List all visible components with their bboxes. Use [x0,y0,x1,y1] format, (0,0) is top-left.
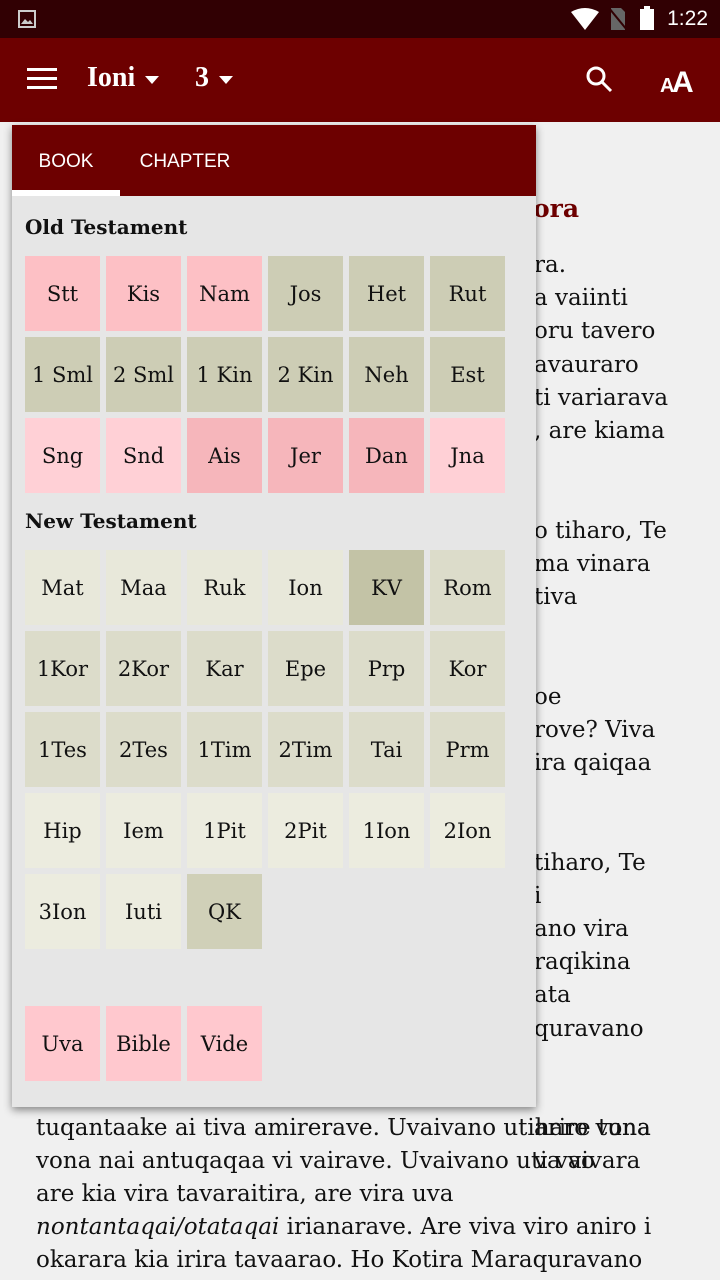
book-tile-1tes[interactable]: 1Tes [25,712,100,787]
verse-line: quravano [534,1015,644,1042]
book-tile-iuti[interactable]: Iuti [106,874,181,949]
book-tile-kar[interactable]: Kar [187,631,262,706]
book-tile-prm[interactable]: Prm [430,712,505,787]
book-tile-2kin[interactable]: 2 Kin [268,337,343,412]
book-tile-mat[interactable]: Mat [25,550,100,625]
book-tile-1kin[interactable]: 1 Kin [187,337,262,412]
verse-line: a vaiinti [534,285,628,312]
italic-term: nontantaqai/otataqai [36,1214,280,1240]
tab-book[interactable]: BOOK [12,125,120,196]
book-tile-2ion[interactable]: 2Ion [430,793,505,868]
book-tile-prp[interactable]: Prp [349,631,424,706]
book-tile-bible[interactable]: Bible [106,1006,181,1081]
verse-line: okarara kia irira tavaarao. Ho Kotira Ma… [36,1247,643,1273]
app-bar: Ioni 3 AA [0,38,720,122]
chapter-selector[interactable]: 3 [195,62,233,94]
verse-line: o tiharo, Te [534,517,667,544]
book-name: Ioni [87,62,136,93]
book-tile-3ion[interactable]: 3Ion [25,874,100,949]
book-tile-qk[interactable]: QK [187,874,262,949]
book-tile-2pit[interactable]: 2Pit [268,793,343,868]
book-tile-1tim[interactable]: 1Tim [187,712,262,787]
verse-line: ata [534,982,571,1009]
book-tile-kv[interactable]: KV [349,550,424,625]
tab-chapter[interactable]: CHAPTER [120,125,250,196]
verse-line: ma vinara [534,550,651,577]
book-tile-hip[interactable]: Hip [25,793,100,868]
book-tile-epe[interactable]: Epe [268,631,343,706]
verse-line: oe [534,683,562,710]
book-tile-jna[interactable]: Jna [430,418,505,493]
verse-line: ti variarava [534,384,669,411]
verse-line: oru tavero [534,318,656,345]
verse-text: irianarave. Are viva viro aniro i [279,1214,652,1240]
book-tile-rut[interactable]: Rut [430,256,505,331]
book-tile-1pit[interactable]: 1Pit [187,793,262,868]
verse-line: tiva [534,584,578,610]
book-tile-1sml[interactable]: 1 Sml [25,337,100,412]
verse-line: rove? Viva [534,716,656,743]
verse-line: nontantaqai/otataqai irianarave. Are viv… [36,1211,651,1244]
verse-line: are kia vira tavaraitira, are vira uva [36,1181,454,1207]
chapter-number: 3 [195,62,209,93]
book-tile-het[interactable]: Het [349,256,424,331]
book-tile-kis[interactable]: Kis [106,256,181,331]
book-tile-rom[interactable]: Rom [430,550,505,625]
book-tile-maa[interactable]: Maa [106,550,181,625]
status-bar: 1:22 [0,0,720,38]
verse-line: ira qaiqaa [534,750,652,776]
book-tile-dan[interactable]: Dan [349,418,424,493]
section-heading: ora [533,194,580,223]
book-tile-est[interactable]: Est [430,337,505,412]
book-tile-ruk[interactable]: Ruk [187,550,262,625]
book-tile-uva[interactable]: Uva [25,1006,100,1081]
verse-line: ano vira [534,916,629,942]
no-sim-icon [609,8,627,30]
verse-line: tiharo, Te [534,849,646,876]
book-tile-neh[interactable]: Neh [349,337,424,412]
book-tile-sng[interactable]: Sng [25,418,100,493]
menu-icon[interactable] [27,68,57,90]
book-tile-nam[interactable]: Nam [187,256,262,331]
verse-line: , are kiama [534,418,665,444]
book-tile-jos[interactable]: Jos [268,256,343,331]
book-tile-2tes[interactable]: 2Tes [106,712,181,787]
new-testament-label: New Testament [25,509,197,533]
book-tile-2tim[interactable]: 2Tim [268,712,343,787]
book-tile-1ion[interactable]: 1Ion [349,793,424,868]
verse-line: vona nai antuqaqaa vi vairave. Uvaivano … [36,1148,641,1174]
book-tile-jer[interactable]: Jer [268,418,343,493]
verse-line: avauraro [534,351,639,378]
book-tile-ion[interactable]: Ion [268,550,343,625]
book-tile-2sml[interactable]: 2 Sml [106,337,181,412]
book-tile-iem[interactable]: Iem [106,793,181,868]
book-tile-vide[interactable]: Vide [187,1006,262,1081]
chooser-tabs: BOOK CHAPTER [12,125,536,196]
book-tile-1kor[interactable]: 1Kor [25,631,100,706]
battery-icon [640,6,654,30]
book-chooser-popup: BOOK CHAPTER Old Testament New Testament… [12,125,536,1107]
svg-text:A: A [672,66,694,94]
search-icon[interactable] [585,65,615,95]
text-size-icon[interactable]: AA [660,64,698,94]
book-tile-2kor[interactable]: 2Kor [106,631,181,706]
dropdown-arrow-icon [219,75,233,84]
book-tile-ais[interactable]: Ais [187,418,262,493]
image-notification-icon [18,10,36,28]
book-tile-kor[interactable]: Kor [430,631,505,706]
clock: 1:22 [667,7,708,30]
old-testament-label: Old Testament [25,215,188,239]
dropdown-arrow-icon [145,75,160,84]
book-tile-snd[interactable]: Snd [106,418,181,493]
book-tile-stt[interactable]: Stt [25,256,100,331]
wifi-icon [571,8,599,30]
book-selector[interactable]: Ioni [87,62,160,94]
verse-line: ra. [534,252,567,278]
verse-line: raqikina [534,949,631,976]
book-tile-tai[interactable]: Tai [349,712,424,787]
verse-line: tuqantaake ai tiva amirerave. Uvaivano u… [36,1115,651,1141]
